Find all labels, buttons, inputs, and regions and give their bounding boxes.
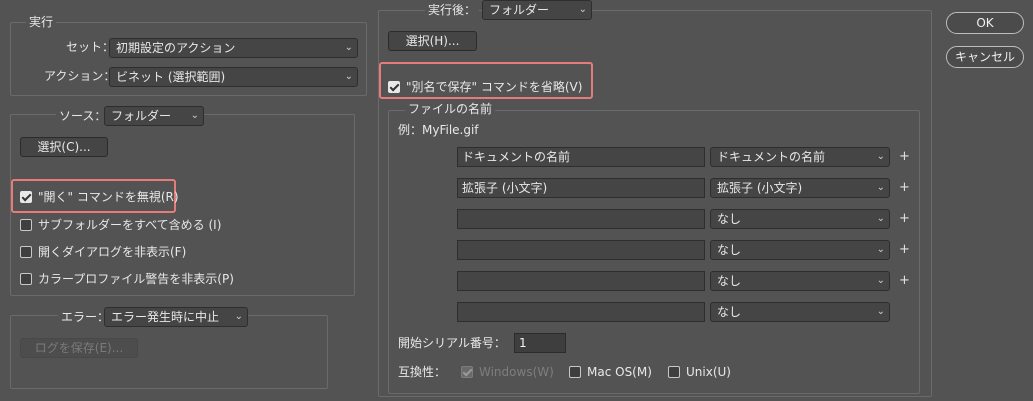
- source-select[interactable]: フォルダー ⌄: [104, 106, 204, 126]
- name-part-5-select[interactable]: なし ⌄: [710, 271, 890, 291]
- ignore-open-label: "開く" コマンドを無視(R): [38, 190, 179, 204]
- ok-button[interactable]: OK: [946, 12, 1024, 34]
- include-subfolders-label: サブフォルダーをすべて含める (I): [38, 218, 222, 232]
- file-naming-legend: ファイルの名前: [405, 102, 496, 116]
- compat-unix-checkbox[interactable]: [668, 366, 680, 378]
- name-part-4-field[interactable]: [457, 240, 705, 260]
- chevron-down-icon: ⌄: [876, 306, 885, 317]
- name-part-2-select-value: 拡張子 (小文字): [717, 181, 803, 195]
- source-label: ソース：: [56, 107, 110, 125]
- add-row-5-button[interactable]: +: [899, 272, 910, 290]
- suppress-open-dialog-checkbox[interactable]: [20, 246, 32, 258]
- save-log-button[interactable]: ログを保存(E)...: [20, 338, 138, 358]
- compat-unix-label: Unix(U): [686, 365, 731, 379]
- file-naming-example: 例：MyFile.gif: [398, 123, 479, 137]
- serial-number-input[interactable]: 1: [514, 333, 566, 353]
- name-part-2-select[interactable]: 拡張子 (小文字) ⌄: [710, 178, 890, 198]
- source-select-value: フォルダー: [111, 109, 172, 123]
- chevron-down-icon: ⌄: [876, 275, 885, 286]
- destination-select[interactable]: フォルダー ⌄: [482, 0, 592, 20]
- chevron-down-icon: ⌄: [578, 4, 587, 15]
- error-select-value: エラー発生時に中止: [111, 310, 220, 324]
- add-row-2-button[interactable]: +: [899, 179, 910, 197]
- action-select-value: ビネット (選択範囲): [116, 70, 226, 84]
- compat-windows-checkbox[interactable]: [461, 366, 473, 378]
- ignore-open-checkbox[interactable]: [20, 191, 32, 203]
- serial-number-label: 開始シリアル番号：: [398, 336, 506, 350]
- name-part-4-select-value: なし: [717, 243, 742, 257]
- compatibility-label: 互換性：: [398, 365, 447, 379]
- chevron-down-icon: ⌄: [876, 151, 885, 162]
- action-label: アクション：: [44, 69, 116, 83]
- name-part-6-field[interactable]: [457, 302, 705, 322]
- set-select-value: 初期設定のアクション: [116, 41, 236, 55]
- name-part-5-select-value: なし: [717, 274, 742, 288]
- name-part-6-select-value: なし: [717, 305, 742, 319]
- destination-label: 実行後：: [425, 1, 480, 19]
- suppress-open-dialog-label: 開くダイアログを非表示(F): [38, 245, 187, 259]
- add-row-1-button[interactable]: +: [899, 148, 910, 166]
- chevron-down-icon: ⌄: [876, 213, 885, 224]
- name-part-3-field[interactable]: [457, 209, 705, 229]
- name-part-3-select-value: なし: [717, 212, 742, 226]
- name-part-2-field[interactable]: 拡張子 (小文字): [457, 178, 705, 198]
- name-part-4-select[interactable]: なし ⌄: [710, 240, 890, 260]
- suppress-color-warning-checkbox[interactable]: [20, 273, 32, 285]
- action-select[interactable]: ビネット (選択範囲) ⌄: [109, 67, 358, 87]
- suppress-color-warning-label: カラープロファイル警告を非表示(P): [38, 272, 234, 286]
- add-row-3-button[interactable]: +: [899, 210, 910, 228]
- cancel-button[interactable]: キャンセル: [946, 46, 1024, 68]
- destination-choose-button[interactable]: 選択(H)...: [388, 31, 477, 51]
- destination-select-value: フォルダー: [489, 3, 550, 17]
- set-select[interactable]: 初期設定のアクション ⌄: [109, 38, 358, 58]
- include-subfolders-checkbox[interactable]: [20, 219, 32, 231]
- name-part-1-field[interactable]: ドキュメントの名前: [457, 147, 705, 167]
- override-save-as-checkbox[interactable]: [388, 81, 400, 93]
- execute-legend: 実行: [26, 15, 57, 29]
- name-part-3-select[interactable]: なし ⌄: [710, 209, 890, 229]
- chevron-down-icon: ⌄: [234, 311, 243, 322]
- compat-mac-checkbox[interactable]: [569, 366, 581, 378]
- set-label: セット：: [66, 40, 115, 54]
- chevron-down-icon: ⌄: [344, 71, 353, 82]
- error-select[interactable]: エラー発生時に中止 ⌄: [104, 307, 248, 327]
- add-row-4-button[interactable]: +: [899, 241, 910, 259]
- override-save-as-label: "別名で保存" コマンドを省略(V): [406, 80, 583, 94]
- compat-mac-label: Mac OS(M): [587, 365, 652, 379]
- compat-windows-label: Windows(W): [479, 365, 554, 379]
- name-part-5-field[interactable]: [457, 271, 705, 291]
- name-part-1-select[interactable]: ドキュメントの名前 ⌄: [710, 147, 890, 167]
- chevron-down-icon: ⌄: [344, 42, 353, 53]
- chevron-down-icon: ⌄: [190, 110, 199, 121]
- name-part-1-select-value: ドキュメントの名前: [717, 150, 826, 164]
- source-choose-button[interactable]: 選択(C)...: [20, 137, 108, 157]
- chevron-down-icon: ⌄: [876, 244, 885, 255]
- chevron-down-icon: ⌄: [876, 182, 885, 193]
- name-part-6-select[interactable]: なし ⌄: [710, 302, 890, 322]
